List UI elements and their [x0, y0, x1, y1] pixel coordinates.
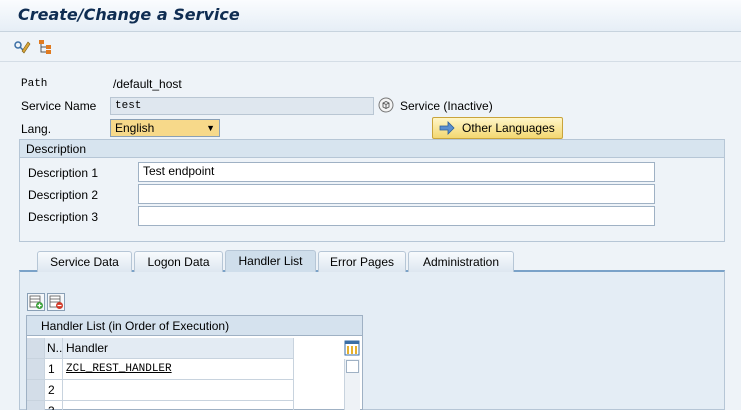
lang-select[interactable]: English ▼ — [110, 119, 220, 137]
handler-cell[interactable] — [63, 401, 294, 410]
handler-list-caption: Handler List (in Order of Execution) — [27, 316, 362, 336]
description-2-field[interactable] — [138, 184, 655, 204]
description-3-label: Description 3 — [28, 210, 99, 224]
row-selector[interactable] — [27, 359, 45, 380]
description-2-label: Description 2 — [28, 188, 99, 202]
handler-cell[interactable]: ZCL_REST_HANDLER — [63, 359, 294, 380]
other-languages-label: Other Languages — [462, 121, 555, 135]
column-header-handler[interactable]: Handler — [63, 338, 294, 359]
description-1-label: Description 1 — [28, 166, 99, 180]
row-selector[interactable] — [27, 380, 45, 401]
row-selector[interactable] — [27, 401, 45, 410]
service-status-text: Service (Inactive) — [400, 99, 493, 113]
table-row[interactable]: 2 — [27, 380, 295, 401]
description-1-field[interactable]: Test endpoint — [138, 162, 655, 182]
service-name-label: Service Name — [21, 99, 97, 113]
arrow-right-icon — [439, 118, 455, 138]
delete-row-icon[interactable] — [47, 293, 65, 311]
chevron-down-icon[interactable]: ▼ — [206, 120, 215, 136]
scrollbar-thumb[interactable] — [346, 360, 359, 373]
column-header-n[interactable]: N.. — [45, 338, 63, 359]
row-number: 3 — [45, 401, 63, 410]
path-value: /default_host — [113, 77, 182, 91]
table-row[interactable]: 3 — [27, 401, 295, 410]
status-object-icon — [378, 97, 394, 113]
tab-handler-list[interactable]: Handler List — [225, 250, 316, 272]
title-bar: Create/Change a Service — [0, 0, 741, 32]
tab-administration[interactable]: Administration — [408, 251, 514, 272]
insert-row-icon[interactable] — [27, 293, 45, 311]
hierarchy-icon[interactable] — [37, 39, 55, 55]
lang-value: English — [115, 121, 155, 135]
handler-list-table: Handler List (in Order of Execution) N..… — [26, 315, 363, 410]
vertical-scrollbar[interactable] — [344, 359, 360, 410]
description-group-title: Description — [20, 140, 724, 158]
lang-label: Lang. — [21, 122, 52, 136]
row-selector-header[interactable] — [27, 338, 45, 359]
path-label: Path — [21, 78, 48, 90]
tab-logon-data[interactable]: Logon Data — [134, 251, 223, 272]
application-toolbar — [0, 32, 741, 62]
description-3-field[interactable] — [138, 206, 655, 226]
row-number: 1 — [45, 359, 63, 380]
row-number: 2 — [45, 380, 63, 401]
tab-service-data[interactable]: Service Data — [37, 251, 132, 272]
display-change-icon[interactable] — [13, 39, 31, 55]
table-header-row: N.. Handler — [27, 338, 295, 359]
tab-error-pages[interactable]: Error Pages — [318, 251, 406, 272]
table-row[interactable]: 1 ZCL_REST_HANDLER — [27, 359, 295, 380]
column-settings-icon[interactable] — [344, 340, 360, 356]
other-languages-button[interactable]: Other Languages — [432, 117, 563, 139]
handler-cell[interactable] — [63, 380, 294, 401]
service-name-field[interactable]: test — [110, 97, 374, 115]
window-title: Create/Change a Service — [18, 5, 240, 24]
